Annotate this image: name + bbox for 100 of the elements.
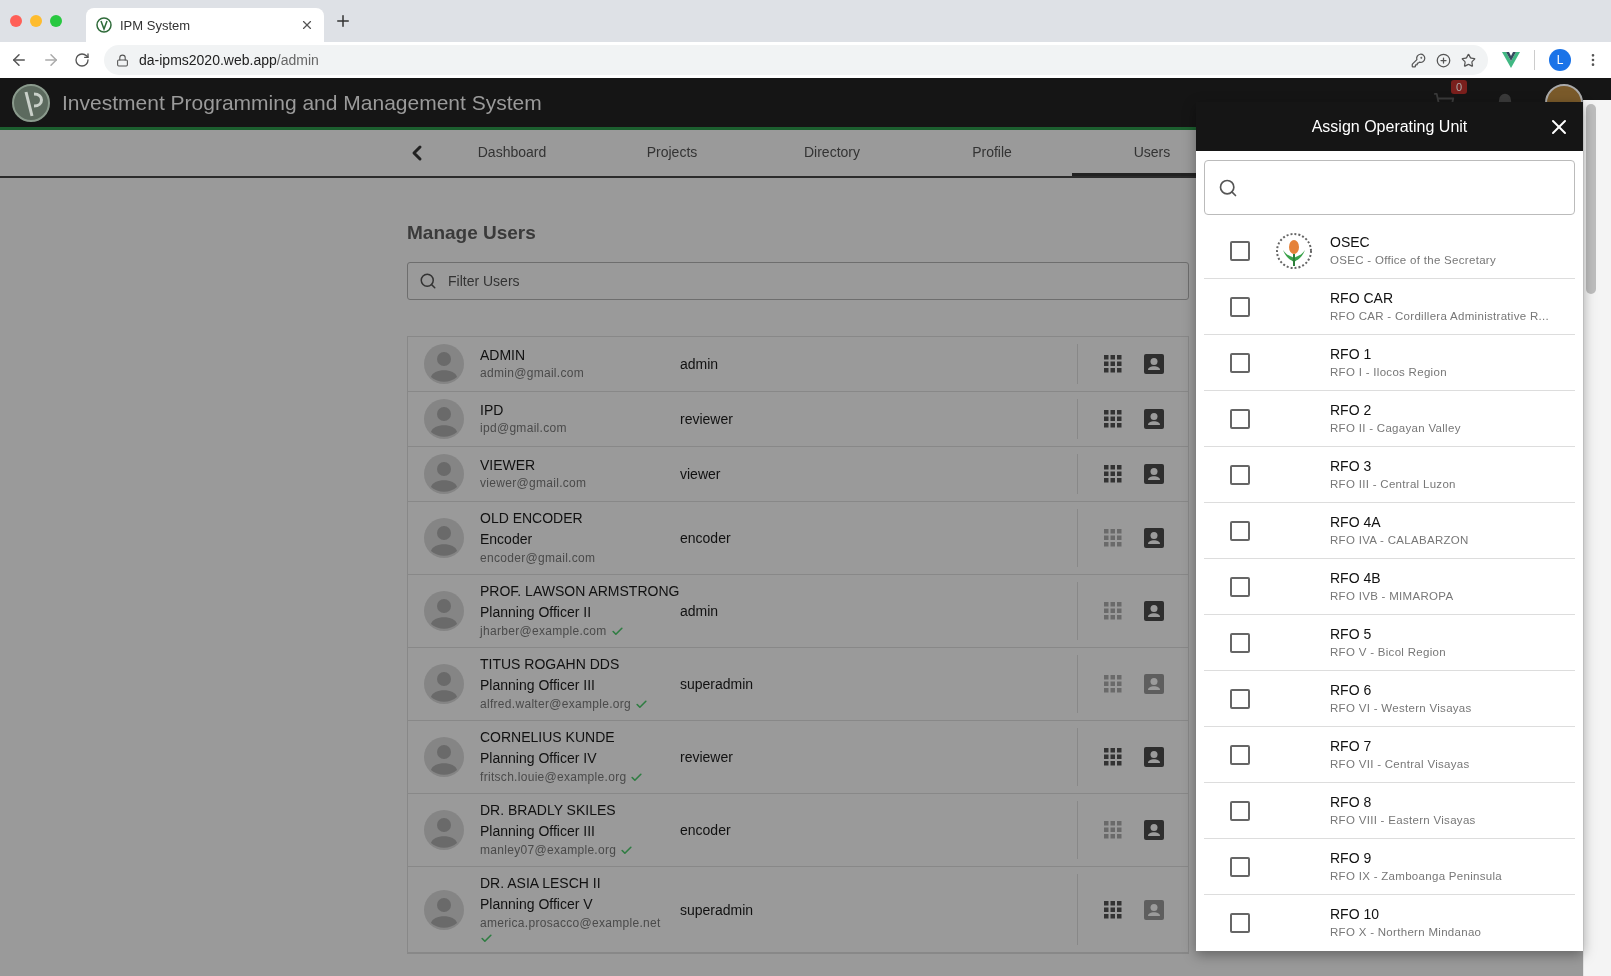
unit-description: RFO IX - Zamboanga Peninsula <box>1330 868 1503 884</box>
address-bar[interactable]: da-ipms2020.web.app/admin <box>104 45 1488 75</box>
unit-item[interactable]: RFO 8 RFO VIII - Eastern Visayas <box>1204 783 1575 839</box>
user-row[interactable]: IPD ipd@gmail.com reviewer <box>408 392 1188 447</box>
contact-card-icon[interactable] <box>1144 747 1164 767</box>
nav-tab[interactable]: Profile <box>912 130 1072 176</box>
apps-grid-icon[interactable] <box>1104 410 1122 428</box>
checkbox[interactable] <box>1230 688 1250 709</box>
url-text: da-ipms2020.web.app/admin <box>139 52 320 68</box>
cart-count-badge: 0 <box>1450 79 1467 94</box>
unit-code: RFO 2 <box>1330 400 1373 420</box>
checkbox[interactable] <box>1230 632 1250 653</box>
checkbox[interactable] <box>1230 240 1250 261</box>
contact-card-icon[interactable] <box>1144 601 1164 621</box>
user-row[interactable]: ADMIN admin@gmail.com admin <box>408 337 1188 392</box>
user-name: OLD ENCODER <box>480 509 584 528</box>
checkbox[interactable] <box>1230 744 1250 765</box>
bookmark-star-icon[interactable] <box>1461 52 1476 68</box>
unit-item[interactable]: RFO 3 RFO III - Central Luzon <box>1204 447 1575 503</box>
nav-tab[interactable]: Directory <box>752 130 912 176</box>
contact-card-icon[interactable] <box>1144 354 1164 374</box>
checkbox[interactable] <box>1230 576 1250 597</box>
contact-card-icon[interactable] <box>1144 528 1164 548</box>
unit-code: RFO 9 <box>1330 848 1373 868</box>
back-button[interactable] <box>10 51 28 69</box>
apps-grid-icon[interactable] <box>1104 900 1122 919</box>
apps-grid-icon[interactable] <box>1104 748 1122 766</box>
contact-card-icon[interactable] <box>1144 409 1164 429</box>
checkbox[interactable] <box>1230 520 1250 541</box>
user-name: ADMIN <box>480 346 527 365</box>
app-logo-icon <box>12 83 50 122</box>
avatar-icon <box>424 810 464 850</box>
add-circle-icon[interactable] <box>1436 52 1451 68</box>
unit-description: RFO II - Cagayan Valley <box>1330 420 1461 436</box>
user-name: PROF. LAWSON ARMSTRONG <box>480 582 680 601</box>
checkbox[interactable] <box>1230 800 1250 821</box>
unit-code: RFO 4B <box>1330 568 1382 588</box>
lock-icon <box>116 53 129 67</box>
unit-item[interactable]: RFO 4A RFO IVA - CALABARZON <box>1204 503 1575 559</box>
user-email: encoder@gmail.com <box>480 550 596 567</box>
user-email: america.prosacco@example.net <box>480 915 661 932</box>
user-row[interactable]: VIEWER viewer@gmail.com viewer <box>408 447 1188 502</box>
unit-item[interactable]: RFO 5 RFO V - Bicol Region <box>1204 615 1575 671</box>
unit-description: RFO VIII - Eastern Visayas <box>1330 812 1476 828</box>
search-icon <box>419 272 437 290</box>
user-email: manley07@example.org <box>480 842 617 859</box>
filter-field[interactable]: Filter Users <box>407 262 1189 300</box>
checkbox[interactable] <box>1230 352 1250 373</box>
reload-icon <box>74 52 90 68</box>
checkbox[interactable] <box>1230 856 1250 877</box>
user-name: DR. BRADLY SKILES <box>480 801 617 820</box>
unit-item[interactable]: RFO 1 RFO I - Ilocos Region <box>1204 335 1575 391</box>
new-tab-button[interactable] <box>334 12 352 30</box>
user-row[interactable]: PROF. LAWSON ARMSTRONG Planning Officer II jharber@example.com admin <box>408 575 1188 648</box>
scrollbar-thumb[interactable] <box>1586 104 1596 294</box>
checkbox[interactable] <box>1230 464 1250 485</box>
search-field[interactable] <box>1204 160 1575 215</box>
key-icon[interactable] <box>1411 52 1426 68</box>
unit-description: RFO X - Northern Mindanao <box>1330 925 1482 940</box>
user-row[interactable]: DR. ASIA LESCH II Planning Officer V america.prosacco@example.net superadmin <box>408 867 1188 953</box>
v-logo-icon[interactable] <box>1502 52 1520 68</box>
user-role: superadmin <box>680 901 755 918</box>
unit-item[interactable]: RFO 7 RFO VII - Central Visayas <box>1204 727 1575 783</box>
user-role: encoder <box>680 822 732 838</box>
unit-item[interactable]: OSEC OSEC - Office of the Secretary <box>1204 223 1575 279</box>
checkbox[interactable] <box>1230 913 1250 933</box>
unit-item[interactable]: RFO 4B RFO IVB - MIMAROPA <box>1204 559 1575 615</box>
user-row[interactable]: CORNELIUS KUNDE Planning Officer IV fritsch.louie@example.org reviewer <box>408 721 1188 794</box>
forward-arrow-icon <box>42 51 60 69</box>
user-row[interactable]: OLD ENCODER Encoder encoder@gmail.com encoder <box>408 502 1188 575</box>
reload-button[interactable] <box>74 52 90 68</box>
avatar-icon <box>424 399 464 439</box>
nav-tab[interactable]: Projects <box>592 130 752 176</box>
search-icon <box>1218 177 1238 198</box>
contact-card-icon[interactable] <box>1144 820 1164 840</box>
user-role: reviewer <box>680 411 734 427</box>
unit-description: RFO IVA - CALABARZON <box>1330 532 1469 548</box>
unit-code: OSEC <box>1330 232 1371 252</box>
unit-code: RFO 3 <box>1330 456 1373 476</box>
checkbox[interactable] <box>1230 296 1250 317</box>
unit-item[interactable]: RFO 10 RFO X - Northern Mindanao <box>1204 895 1575 951</box>
unit-code: RFO CAR <box>1330 288 1394 308</box>
app-title: Investment Programming and Management System <box>62 90 542 115</box>
user-row[interactable]: DR. BRADLY SKILES Planning Officer III manley07@example.org encoder <box>408 794 1188 867</box>
apps-grid-icon[interactable] <box>1104 355 1122 373</box>
unit-description: RFO VI - Western Visayas <box>1330 700 1472 716</box>
checkbox[interactable] <box>1230 408 1250 429</box>
unit-item[interactable]: RFO 6 RFO VI - Western Visayas <box>1204 671 1575 727</box>
nav-tab[interactable]: Dashboard <box>432 130 592 176</box>
unit-code: RFO 5 <box>1330 624 1373 644</box>
profile-button[interactable]: L <box>1549 49 1571 71</box>
unit-item[interactable]: RFO 9 RFO IX - Zamboanga Peninsula <box>1204 839 1575 895</box>
apps-grid-icon[interactable] <box>1104 465 1122 483</box>
close-tab-button[interactable] <box>300 18 314 32</box>
browser-tab[interactable]: IPM System <box>86 8 324 42</box>
contact-card-icon[interactable] <box>1144 464 1164 484</box>
unit-item[interactable]: RFO 2 RFO II - Cagayan Valley <box>1204 391 1575 447</box>
user-email: jharber@example.com <box>480 623 607 640</box>
unit-item[interactable]: RFO CAR RFO CAR - Cordillera Administrative R... <box>1204 279 1575 335</box>
user-position: Planning Officer III <box>480 676 596 695</box>
